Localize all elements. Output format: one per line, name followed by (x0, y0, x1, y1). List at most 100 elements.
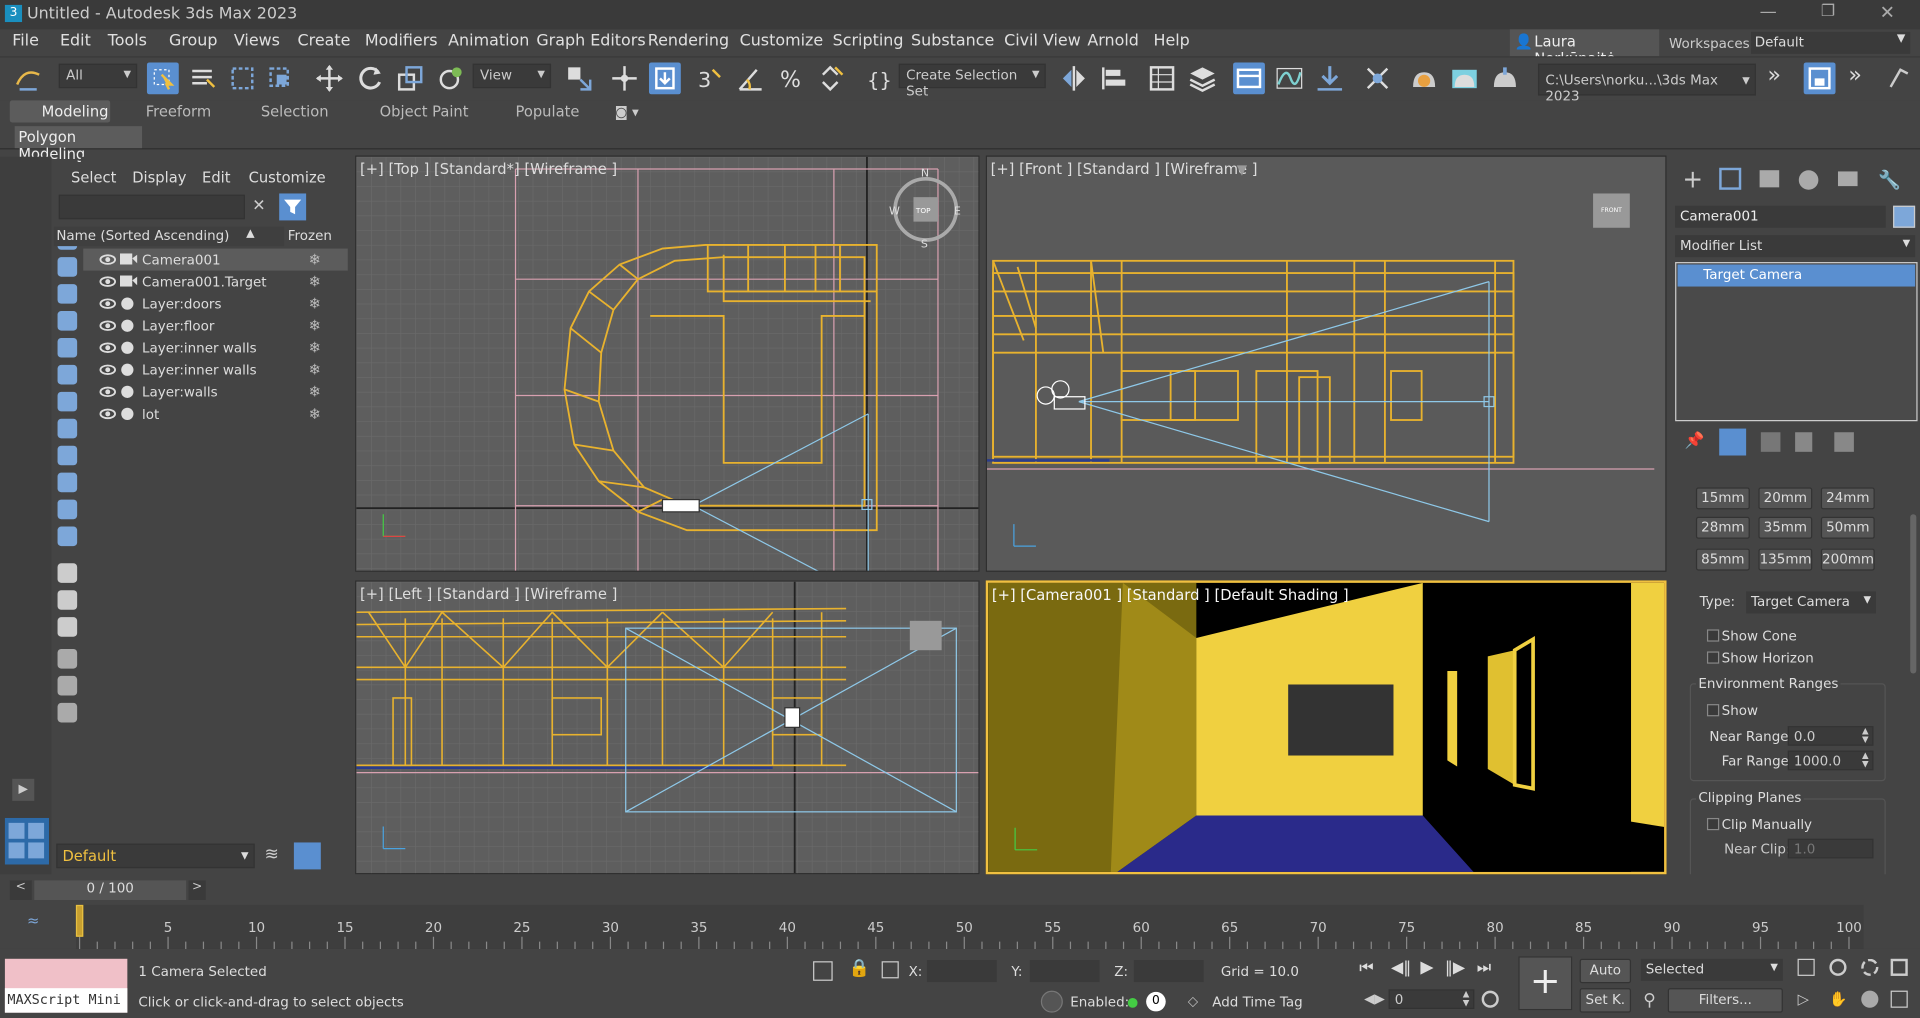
menu-create[interactable]: Create (298, 32, 351, 50)
remove-modifier-icon[interactable] (1795, 432, 1813, 452)
lens-15mm-button[interactable]: 15mm (1695, 487, 1750, 510)
next-key-icon[interactable]: ‖▶ (1445, 959, 1465, 977)
stack-item-target-camera[interactable]: Target Camera (1677, 264, 1916, 287)
layer-select[interactable]: Default ▼ (56, 843, 255, 869)
z-coordinate-input[interactable] (1133, 960, 1204, 983)
lens-50mm-button[interactable]: 50mm (1820, 516, 1875, 539)
scene-search-input[interactable] (58, 194, 245, 220)
show-horizon-checkbox[interactable] (1706, 651, 1720, 664)
toggle-scene-explorer-icon[interactable] (1146, 62, 1178, 94)
viewport-top-label[interactable]: [+] [Top ] [Standard*] [Wireframe ] (360, 160, 617, 177)
display-containers-icon[interactable] (57, 472, 78, 493)
ribbon-tab-object-paint[interactable]: Object Paint (380, 103, 469, 120)
rotate-icon[interactable] (354, 62, 386, 94)
auto-key-button[interactable]: Auto (1579, 958, 1632, 984)
selection-lock-icon[interactable]: 🔒 (849, 959, 870, 979)
display-spacewarps-icon[interactable] (57, 364, 78, 385)
play-icon[interactable]: ▶ (1420, 958, 1433, 978)
add-time-tag-label[interactable]: Add Time Tag (1212, 994, 1302, 1010)
lens-24mm-button[interactable]: 24mm (1820, 487, 1875, 510)
field-of-view-icon[interactable]: ▷ (1798, 991, 1809, 1008)
scene-tab-edit[interactable]: Edit (202, 169, 230, 186)
adaptive-degradation-icon[interactable] (1040, 990, 1063, 1013)
project-folder-icon[interactable] (1803, 62, 1836, 95)
expand-toolbar-icon[interactable]: » (1758, 62, 1790, 94)
render-production-icon[interactable] (1489, 62, 1521, 94)
menu-views[interactable]: Views (234, 32, 280, 50)
show-end-result-icon[interactable] (1719, 428, 1747, 456)
display-tab-icon[interactable] (1837, 171, 1858, 187)
display-xrefs-icon[interactable] (57, 418, 78, 439)
column-header-frozen[interactable]: Frozen (288, 228, 332, 244)
lens-20mm-button[interactable]: 20mm (1758, 487, 1813, 510)
ribbon-tab-populate[interactable]: Populate (516, 103, 580, 120)
prev-key-icon[interactable]: ◀‖ (1391, 959, 1411, 977)
object-name-input[interactable]: Camera001 (1675, 205, 1886, 228)
viewport-front[interactable]: FRONT [+] [Front ] [Standard ] [Wirefram… (985, 155, 1667, 572)
lens-35mm-button[interactable]: 35mm (1758, 516, 1813, 539)
create-tab-icon[interactable]: + (1682, 167, 1703, 191)
panel-polygon-modeling[interactable]: Polygon Modeling (14, 126, 143, 163)
key-filter-select[interactable]: Selected ▼ (1640, 958, 1783, 981)
prev-frame-button[interactable]: < (9, 880, 32, 901)
maximize-icon[interactable]: ❐ (1821, 2, 1835, 20)
y-coordinate-input[interactable] (1029, 960, 1100, 983)
far-range-spinner[interactable]: 1000.0 ▲ ▼ (1787, 750, 1874, 771)
curve-editor-icon[interactable] (1273, 62, 1305, 94)
menu-file[interactable]: File (12, 32, 39, 50)
ribbon-tab-selection[interactable]: Selection (261, 103, 329, 120)
viewcube-front[interactable]: FRONT (1593, 193, 1630, 228)
x-coordinate-input[interactable] (926, 960, 997, 983)
undo-icon[interactable] (12, 62, 44, 94)
display-all-icon[interactable] (57, 563, 78, 583)
scene-tab-select[interactable]: Select (71, 169, 116, 186)
lens-28mm-button[interactable]: 28mm (1695, 516, 1750, 539)
maxscript-listener[interactable]: MAXScript Mini (4, 958, 128, 1013)
select-by-name-icon[interactable] (187, 62, 219, 94)
selection-filter-select[interactable]: All ▼ (58, 63, 138, 89)
align-icon[interactable] (1098, 62, 1130, 94)
maxscript-mini-input[interactable]: MAXScript Mini (4, 988, 128, 1013)
viewport-camera[interactable]: [+] [Camera001 ] [Standard ] [Default Sh… (985, 580, 1667, 875)
ref-coord-select[interactable]: View ▼ (472, 63, 552, 89)
display-none-icon[interactable] (57, 590, 78, 610)
utilities-tab-icon[interactable]: 🔧 (1878, 169, 1901, 191)
project-path-select[interactable]: C:\Users\norku...\3ds Max 2023 ▼ (1537, 63, 1756, 104)
rect-selection-icon[interactable] (227, 62, 259, 94)
pivot-center-icon[interactable] (563, 62, 595, 94)
configure-modifier-sets-icon[interactable] (1834, 432, 1854, 452)
scale-icon[interactable] (394, 62, 426, 94)
menu-customize[interactable]: Customize (740, 32, 824, 50)
isolate-selection-icon[interactable] (813, 961, 833, 981)
display-shapes-icon[interactable] (57, 257, 78, 277)
select-manipulate-icon[interactable] (609, 62, 641, 94)
menu-help[interactable]: Help (1153, 32, 1189, 50)
pin-stack-icon[interactable]: 📌 (1685, 432, 1705, 450)
motion-tab-icon[interactable] (1798, 170, 1819, 190)
scene-tab-display[interactable]: Display (132, 169, 186, 186)
viewport-front-label[interactable]: [+] [Front ] [Standard ] [Wireframe ] (991, 160, 1258, 177)
menu-scripting[interactable]: Scripting (833, 32, 904, 50)
workspace-select[interactable]: Default ▼ (1751, 31, 1911, 54)
time-slider[interactable]: 0 / 100 (34, 880, 187, 901)
menu-civil-view[interactable]: Civil View (1004, 32, 1081, 50)
viewport-left[interactable]: [+] [Left ] [Standard ] [Wireframe ] (355, 580, 980, 875)
spinner-snap-icon[interactable] (816, 62, 848, 94)
minimize-icon[interactable]: — (1760, 2, 1777, 22)
next-frame-button[interactable]: > (188, 880, 206, 901)
make-unique-icon[interactable] (1760, 432, 1781, 452)
angle-snap-icon[interactable] (735, 62, 767, 94)
named-selection-set-select[interactable]: Create Selection Set ▼ (898, 63, 1046, 99)
time-config-icon[interactable] (1481, 990, 1499, 1008)
display-helpers-icon[interactable] (57, 337, 78, 358)
lens-85mm-button[interactable]: 85mm (1695, 548, 1750, 571)
schematic-view-icon[interactable] (1314, 62, 1346, 94)
object-color-swatch[interactable] (1893, 205, 1916, 228)
close-icon[interactable]: ✕ (1880, 1, 1895, 23)
clear-search-icon[interactable]: ✕ (252, 197, 265, 215)
material-editor-icon[interactable] (1362, 62, 1394, 94)
zoom-extents-icon[interactable] (1797, 958, 1815, 976)
menu-rendering[interactable]: Rendering (648, 32, 729, 50)
funnel-icon[interactable] (57, 675, 78, 696)
current-frame-field[interactable]: 0 ▲ ▼ (1388, 989, 1475, 1009)
